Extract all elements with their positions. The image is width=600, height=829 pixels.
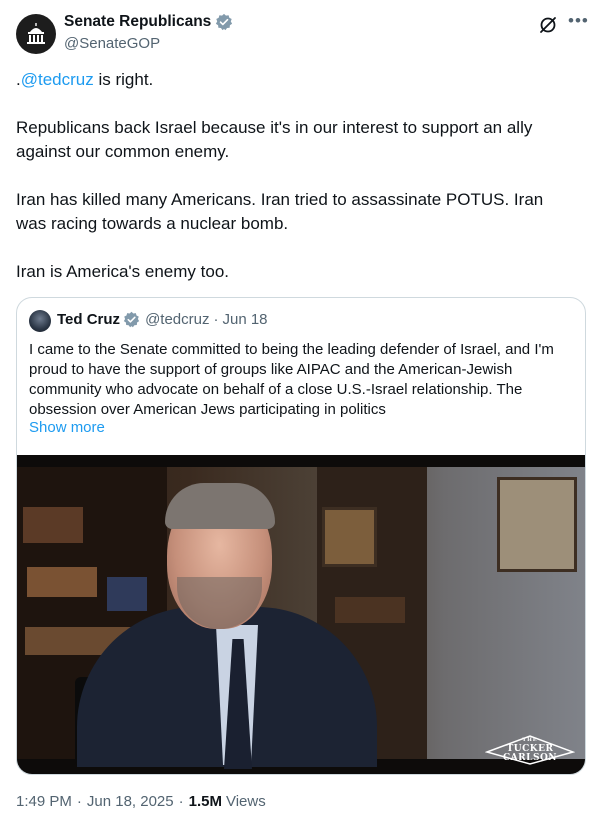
quoted-tweet-header: Ted Cruz @tedcruz · Jun 18	[57, 311, 268, 328]
book-row	[23, 507, 83, 543]
person-hair	[165, 483, 275, 529]
quoted-author-name[interactable]: Ted Cruz	[57, 311, 120, 328]
verified-badge-icon	[123, 311, 140, 328]
tweet-paragraph-4: Iran is America's enemy too.	[16, 262, 229, 281]
ted-cruz-avatar[interactable]	[29, 310, 51, 332]
framed-picture	[322, 507, 377, 567]
grok-icon[interactable]	[538, 15, 558, 35]
tweet-text: .@tedcruz is right. Republicans back Isr…	[16, 68, 576, 284]
tucker-carlson-watermark: THE TUCKER CARLSON	[485, 735, 575, 765]
tweet: Senate Republicans @SenateGOP ••• .@tedc…	[0, 0, 600, 829]
watermark-line-3: CARLSON	[502, 753, 558, 763]
show-more-link[interactable]: Show more	[29, 419, 105, 436]
views-label: Views	[225, 793, 266, 810]
framed-picture	[497, 477, 577, 572]
post-date[interactable]: Jun 18, 2025	[87, 793, 174, 810]
senate-gop-avatar[interactable]	[16, 14, 56, 54]
quoted-tweet-card[interactable]: Ted Cruz @tedcruz · Jun 18 I came to the…	[16, 297, 586, 775]
post-time[interactable]: 1:49 PM	[16, 793, 72, 810]
views-count: 1.5M	[188, 793, 222, 810]
mention-link[interactable]: @tedcruz	[21, 70, 94, 89]
tweet-paragraph-2: Republicans back Israel because it's in …	[16, 118, 533, 161]
verified-badge-icon	[216, 13, 233, 31]
author-display-name[interactable]: Senate Republicans	[64, 13, 211, 31]
more-icon[interactable]: •••	[568, 11, 588, 31]
meta-separator: ·	[178, 793, 184, 810]
video-player[interactable]: THE TUCKER CARLSON	[17, 455, 585, 774]
quoted-author-handle[interactable]: @tedcruz	[145, 311, 209, 328]
capitol-icon	[27, 23, 45, 44]
book-row	[27, 567, 97, 597]
tweet-paragraph-3: Iran has killed many Americans. Iran tri…	[16, 190, 544, 233]
author-name-row: Senate Republicans	[64, 13, 233, 31]
tweet-line-1: .@tedcruz is right.	[16, 68, 576, 92]
quoted-tweet-text: I came to the Senate committed to being …	[29, 341, 554, 418]
tweet-line-1-suffix: is right.	[93, 70, 154, 89]
author-handle[interactable]: @SenateGOP	[64, 35, 160, 52]
video-thumbnail: THE TUCKER CARLSON	[17, 467, 585, 769]
book-row	[107, 577, 147, 611]
watermark-line-1: THE	[522, 737, 538, 743]
book-row	[335, 597, 405, 623]
quoted-separator: ·	[213, 311, 219, 328]
tweet-meta: 1:49 PM · Jun 18, 2025 · 1.5M Views	[16, 793, 266, 810]
quoted-date[interactable]: Jun 18	[222, 311, 267, 328]
meta-separator: ·	[76, 793, 82, 810]
